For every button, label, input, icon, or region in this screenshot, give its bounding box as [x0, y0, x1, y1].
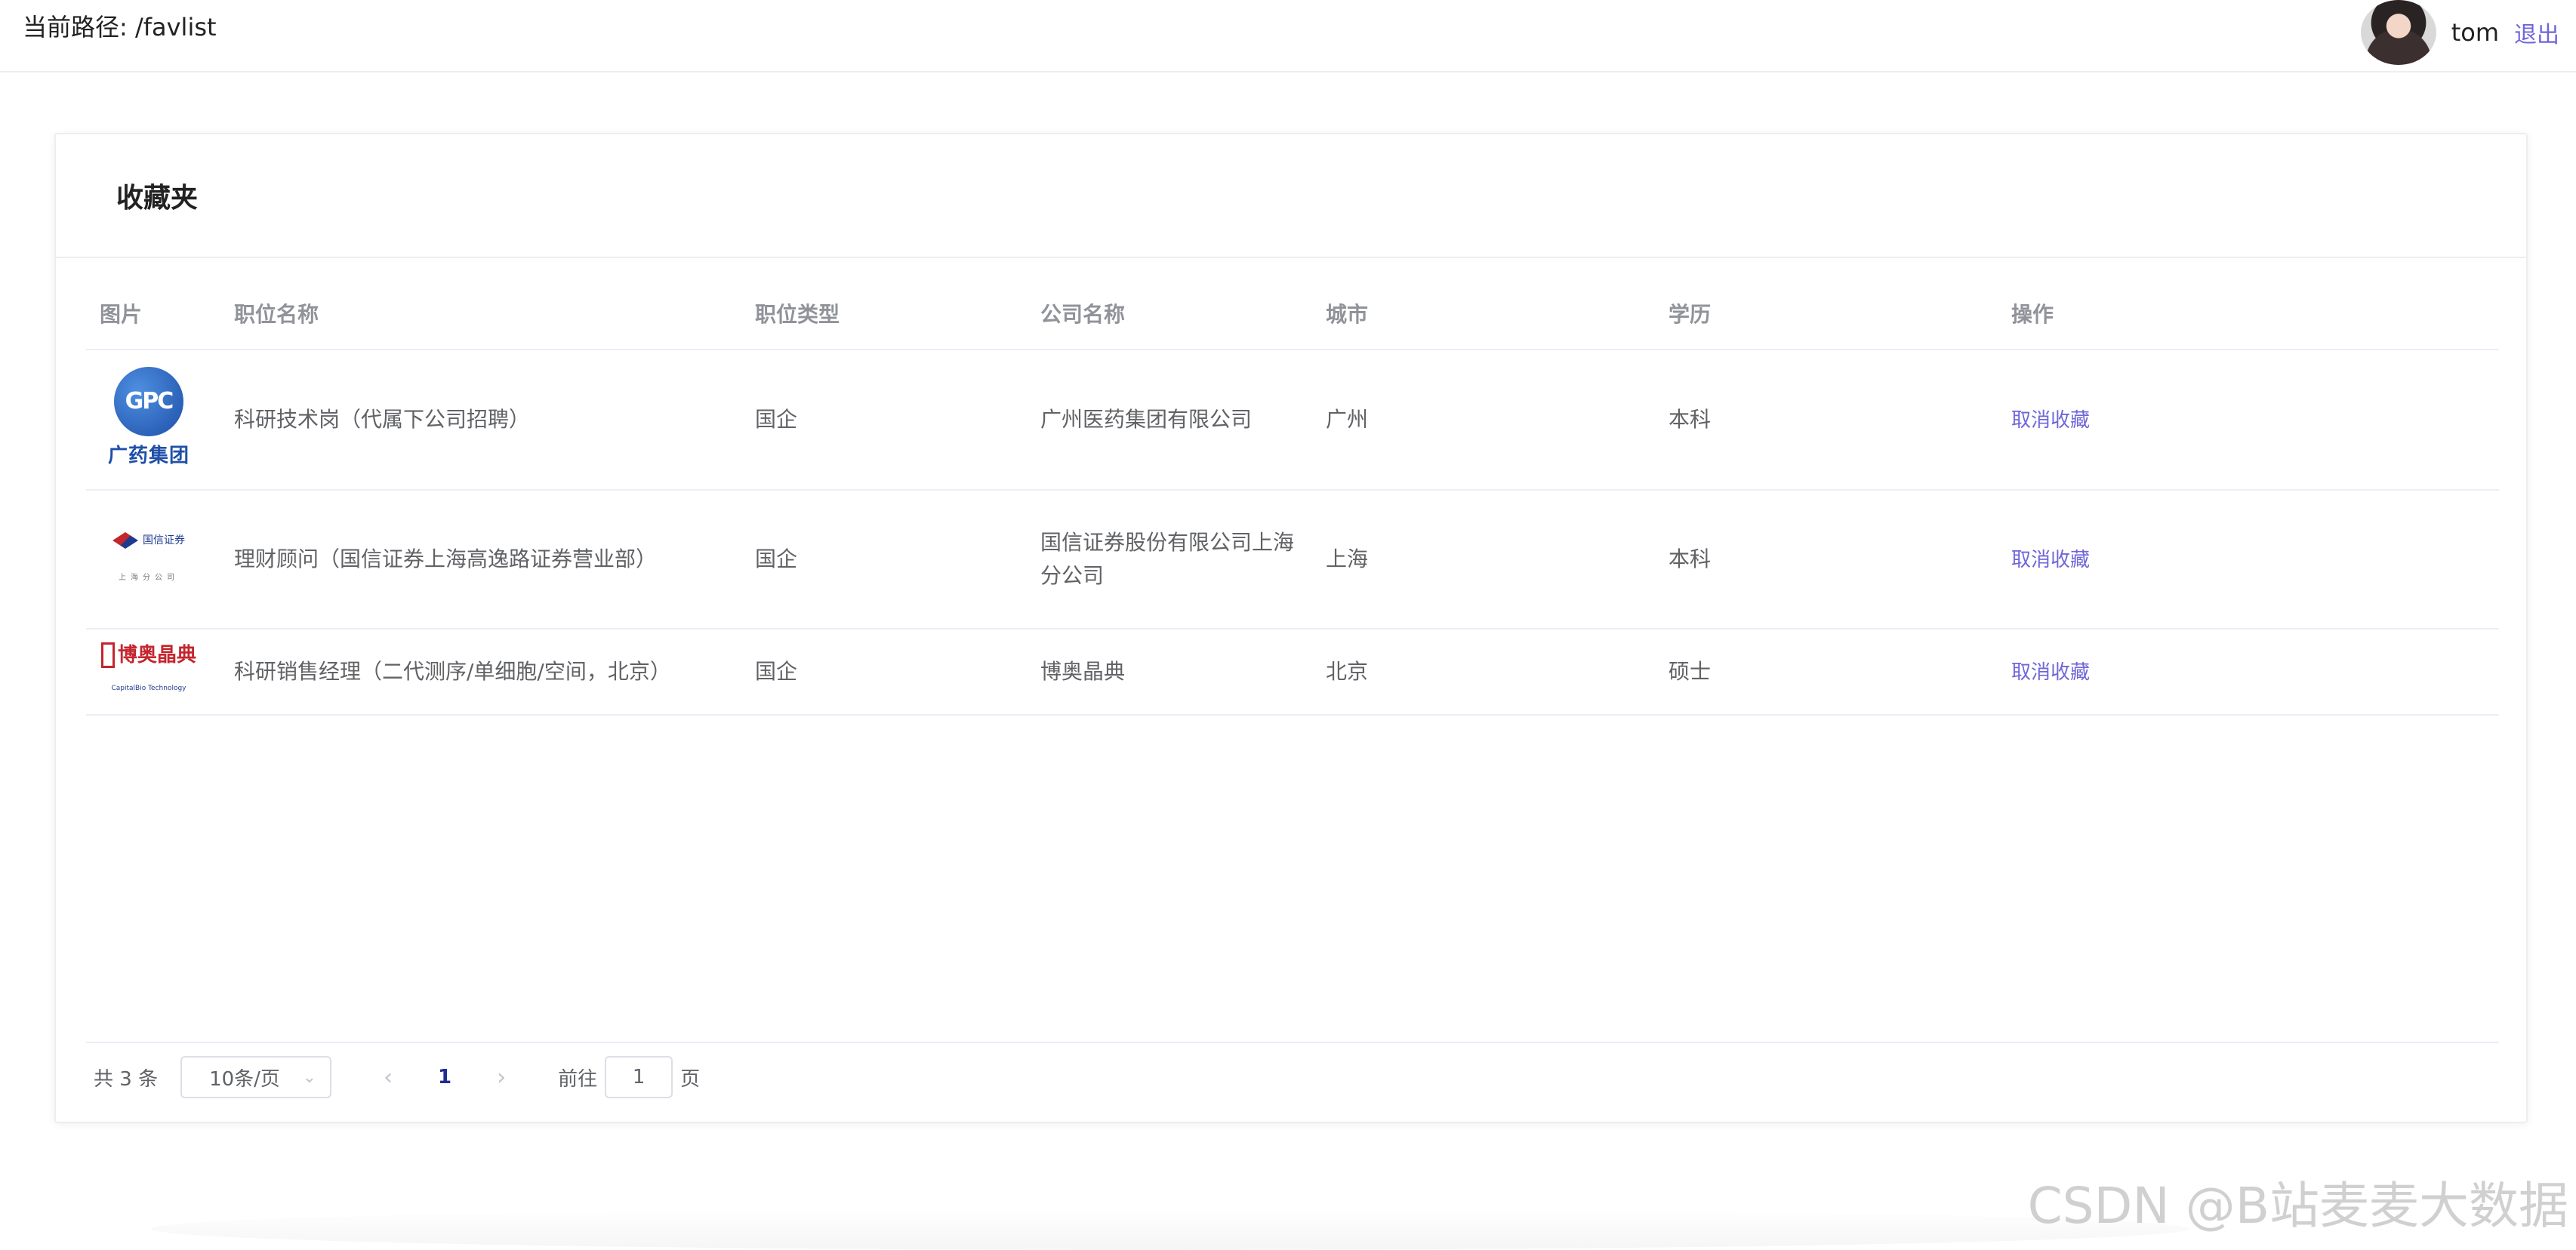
boao-logo-subtext: CapitalBio Technology [111, 685, 186, 692]
page-number-current[interactable]: 1 [414, 1066, 475, 1088]
education-cell: 本科 [1669, 546, 1712, 571]
guosen-logo: 国信证券 上海分公司 [100, 532, 198, 586]
company-cell: 广州医药集团有限公司 [1040, 407, 1253, 432]
csdn-watermark: CSDN @B站麦麦大数据 [2027, 1177, 2568, 1235]
next-page-icon[interactable]: › [475, 1064, 528, 1091]
column-header-job-type: 职位类型 [755, 302, 840, 327]
card-title: 收藏夹 [116, 183, 199, 214]
card-header: 收藏夹 [56, 134, 2526, 258]
education-cell: 本科 [1669, 407, 1712, 432]
city-cell: 北京 [1326, 659, 1369, 684]
pagination-total: 共 3 条 [94, 1067, 159, 1091]
boao-logo: 博奥晶典 CapitalBio Technology [100, 642, 198, 694]
chevron-down-icon: ⌄ [302, 1067, 317, 1087]
column-header-education: 学历 [1669, 302, 1712, 327]
page-size-value: 10条/页 [209, 1067, 280, 1091]
favorites-table: 图片 职位名称 职位类型 公司名称 城市 学历 操作 GPC 广药集团 科研技术… [86, 281, 2499, 716]
job-title-cell: 科研销售经理（二代测序/单细胞/空间，北京） [234, 659, 671, 684]
city-cell: 上海 [1326, 546, 1369, 571]
job-title-cell: 理财顾问（国信证券上海高逸路证券营业部） [234, 546, 658, 571]
column-header-action: 操作 [2011, 302, 2054, 327]
guosen-diamond-icon [112, 532, 138, 549]
job-type-cell: 国企 [755, 546, 798, 571]
unfavorite-button[interactable]: 取消收藏 [2011, 409, 2090, 432]
column-header-job-title: 职位名称 [234, 302, 319, 327]
gpc-logo: GPC 广药集团 [100, 367, 198, 473]
guosen-logo-text: 国信证券 [143, 534, 185, 546]
job-type-cell: 国企 [755, 659, 798, 684]
column-header-company: 公司名称 [1040, 302, 1126, 327]
pagination: 共 3 条 10条/页 ⌄ ‹ 1 › 前往 1 页 [86, 1042, 2499, 1111]
prev-page-icon[interactable]: ‹ [362, 1064, 414, 1091]
bottom-shadow [151, 1208, 2189, 1250]
job-type-cell: 国企 [755, 407, 798, 432]
logout-link[interactable]: 退出 [2514, 16, 2559, 49]
user-avatar[interactable] [2360, 0, 2436, 65]
guosen-logo-subtext: 上海分公司 [119, 574, 179, 582]
gpc-logo-text: 广药集团 [107, 445, 190, 467]
unfavorite-button[interactable]: 取消收藏 [2011, 549, 2090, 571]
table-header-row: 图片 职位名称 职位类型 公司名称 城市 学历 操作 [86, 281, 2499, 350]
city-cell: 广州 [1326, 407, 1369, 432]
current-path-label: 当前路径: /favlist [23, 13, 217, 42]
company-cell: 博奥晶典 [1040, 659, 1126, 684]
goto-page-input[interactable]: 1 [605, 1056, 673, 1098]
goto-label: 前往 [558, 1067, 598, 1091]
column-header-image: 图片 [100, 302, 143, 327]
job-title-cell: 科研技术岗（代属下公司招聘） [234, 407, 531, 432]
page-size-select[interactable]: 10条/页 ⌄ [180, 1056, 332, 1098]
boao-mark-icon [100, 642, 115, 668]
table-row: 国信证券 上海分公司 理财顾问（国信证券上海高逸路证券营业部） 国企 国信证券股… [86, 491, 2499, 630]
boao-logo-text: 博奥晶典 [117, 644, 196, 667]
table-row: GPC 广药集团 科研技术岗（代属下公司招聘） 国企 广州医药集团有限公司 广州… [86, 350, 2499, 491]
top-bar: 当前路径: /favlist tom 退出 [0, 0, 2576, 72]
user-area: tom 退出 [2360, 0, 2559, 65]
company-cell: 国信证券股份有限公司上海分公司 [1040, 530, 1295, 588]
username-label: tom [2451, 18, 2499, 47]
favorites-card: 收藏夹 图片 职位名称 职位类型 公司名称 城市 学历 操作 GPC 广药集团 … [54, 133, 2528, 1123]
table-row: 博奥晶典 CapitalBio Technology 科研销售经理（二代测序/单… [86, 630, 2499, 716]
education-cell: 硕士 [1669, 659, 1712, 684]
gpc-globe-icon: GPC [114, 367, 183, 436]
goto-suffix: 页 [680, 1067, 701, 1091]
column-header-city: 城市 [1326, 302, 1369, 327]
unfavorite-button[interactable]: 取消收藏 [2011, 661, 2090, 684]
